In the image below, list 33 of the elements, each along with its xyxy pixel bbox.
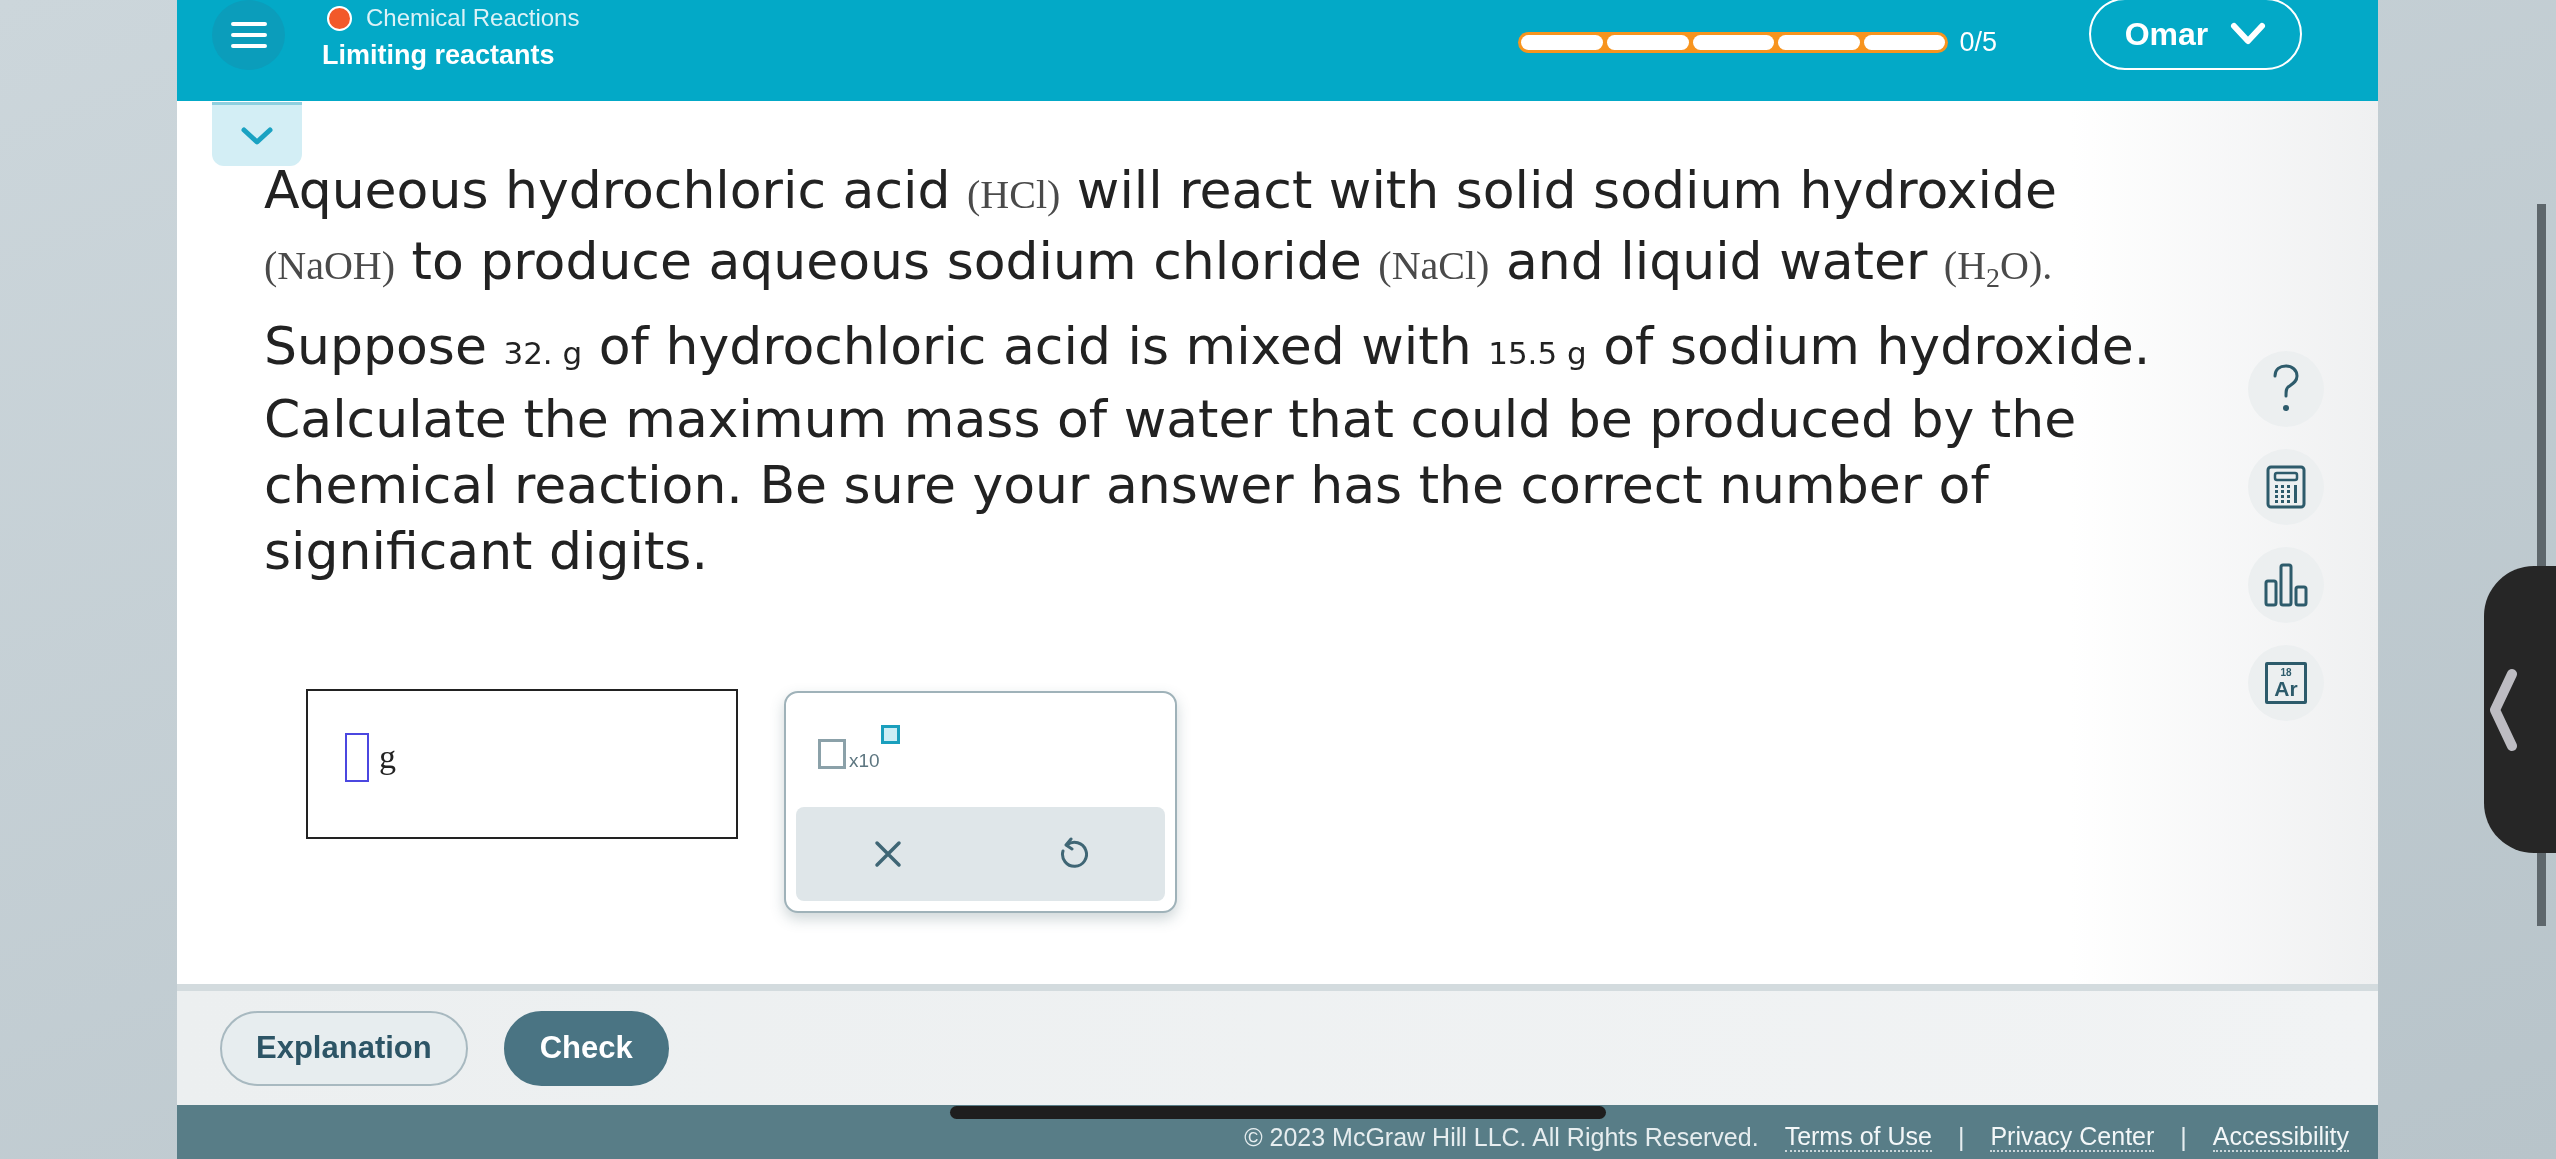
footer-link[interactable]: Privacy Center xyxy=(1990,1122,2155,1152)
help-icon xyxy=(2272,364,2300,414)
periodic-table-button[interactable]: 18 Ar xyxy=(2248,645,2324,721)
user-menu-button[interactable]: Omar xyxy=(2089,0,2302,70)
footer-separator: | xyxy=(1957,1122,1965,1152)
collapse-tab[interactable] xyxy=(212,102,302,166)
question-text: Aqueous hydrochloric acid (HCl) will react with solid sodium hydroxide (NaOH) to produce aqueous sodium chloride (NaCl) and liquid water (H$_{2}$O). xyxy=(264,159,2058,296)
empty-square-icon xyxy=(818,739,846,769)
chevron-down-icon xyxy=(2230,22,2267,46)
progress-count: 0/5 xyxy=(1959,27,1997,58)
side-panel-handle[interactable] xyxy=(2484,566,2556,853)
bar-chart-icon xyxy=(2264,563,2308,607)
chevron-left-icon xyxy=(2488,667,2518,752)
chevron-down-icon xyxy=(240,125,274,146)
footer-link[interactable]: Accessibility xyxy=(2212,1122,2349,1152)
exponent-button[interactable]: x10 xyxy=(818,725,900,770)
copyright-text: © 2023 McGraw Hill LLC. All Rights Reserved. xyxy=(1244,1122,1759,1152)
footer-link[interactable]: Terms of Use xyxy=(1784,1122,1932,1152)
answer-input[interactable] xyxy=(345,732,369,782)
calculator-icon xyxy=(2266,465,2306,509)
x-icon xyxy=(874,840,903,868)
status-dot-icon xyxy=(327,5,352,31)
footer-separator: | xyxy=(2180,1122,2187,1152)
check-button[interactable]: Check xyxy=(503,1010,669,1086)
menu-icon xyxy=(230,21,267,49)
scrollbar[interactable] xyxy=(2537,204,2546,566)
lesson-title: Limiting reactants xyxy=(322,40,556,71)
question-text: Suppose 32. g of hydrochloric acid is mixed with 15.5 g of sodium hydroxide. Calculate the maximum mass of water that could be produced by the chemical reaction. Be sure your answer has the correct number of significant digits. xyxy=(264,315,2152,583)
scrollbar[interactable] xyxy=(2537,853,2546,926)
topic-text: Chemical Reactions xyxy=(366,4,580,32)
superscript-square-icon xyxy=(880,725,900,744)
explanation-button[interactable]: Explanation xyxy=(220,1010,468,1086)
unit-label: g xyxy=(379,738,396,776)
